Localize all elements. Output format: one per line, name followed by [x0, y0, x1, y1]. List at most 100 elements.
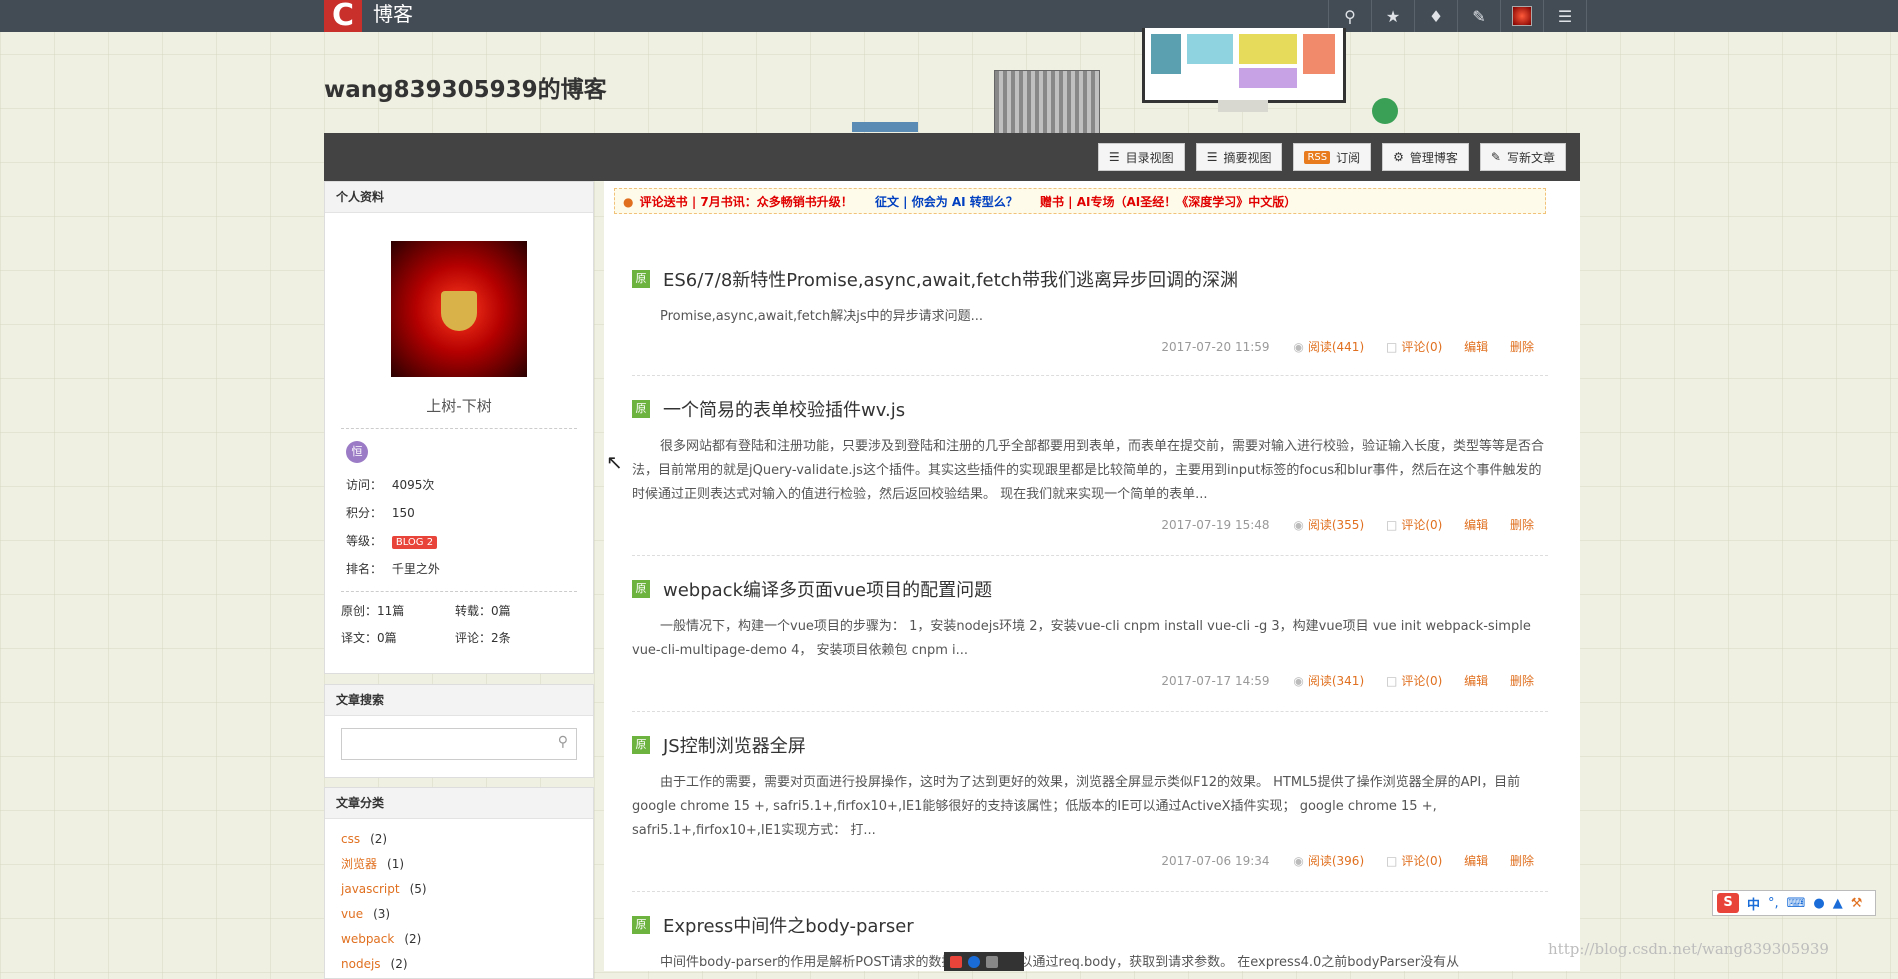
notice-link[interactable]: 征文 | 你会为 AI 转型么？	[875, 195, 1018, 209]
wrench-icon[interactable]: ⚒	[1851, 896, 1863, 911]
plant-illustration	[1372, 98, 1398, 124]
edit-link[interactable]: 编辑	[1464, 518, 1488, 532]
summary-view-label: 摘要视图	[1223, 150, 1272, 165]
summary-view-button[interactable]: ☰ 摘要视图	[1195, 143, 1283, 171]
user-icon[interactable]: ●	[1813, 896, 1824, 911]
profile-avatar[interactable]	[391, 241, 527, 377]
star-icon[interactable]: ★	[1371, 0, 1414, 32]
monitor-stand	[1218, 100, 1268, 112]
eye-icon: ◉	[1293, 518, 1304, 532]
article-title[interactable]: JS控制浏览器全屏	[663, 732, 806, 758]
category-name[interactable]: 浏览器	[341, 857, 377, 871]
arrow-icon[interactable]	[986, 955, 998, 968]
edit-icon[interactable]: ✎	[1457, 0, 1500, 32]
category-count: (3)	[373, 907, 391, 921]
notice-link[interactable]: 赠书 | AI专场（AI圣经！《深度学习》中文版）	[1040, 195, 1296, 209]
category-item[interactable]: vue (3)	[341, 902, 593, 927]
article-date: 2017-07-17 14:59	[1161, 674, 1270, 688]
punctuation-icon[interactable]: °,	[1768, 896, 1779, 911]
catalog-view-button[interactable]: ☰ 目录视图	[1097, 143, 1185, 171]
gear-icon: ⚙	[1393, 150, 1404, 164]
read-count-link[interactable]: 阅读(396)	[1308, 854, 1364, 868]
count-translation: 译文：0篇	[341, 629, 455, 646]
csdn-logo[interactable]: C	[324, 0, 362, 32]
notice-link[interactable]: 评论送书 | 7月书讯：众多畅销书升级！	[640, 195, 853, 209]
category-item[interactable]: webpack (2)	[341, 927, 593, 952]
delete-link[interactable]: 删除	[1510, 674, 1534, 688]
read-count-link[interactable]: 阅读(355)	[1308, 518, 1364, 532]
category-panel: 文章分类 css (2) 浏览器 (1) javascript (5) vue (3) …	[324, 787, 594, 979]
article-title[interactable]: Express中间件之body-parser	[663, 912, 914, 938]
category-name[interactable]: vue	[341, 907, 363, 921]
search-icon[interactable]: ⚲	[558, 734, 568, 750]
category-name[interactable]: javascript	[341, 882, 400, 896]
article-item: 原 Express中间件之body-parser 中间件body-parser的…	[632, 911, 1548, 971]
article-title[interactable]: ES6/7/8新特性Promise,async,await,fetch带我们逃离…	[663, 266, 1238, 292]
original-badge: 原	[632, 916, 650, 934]
edit-link[interactable]: 编辑	[1464, 674, 1488, 688]
comment-count-link[interactable]: 评论(0)	[1401, 340, 1442, 354]
comment-count-link[interactable]: 评论(0)	[1401, 854, 1442, 868]
lightbulb-icon: ●	[623, 195, 634, 209]
original-badge: 原	[632, 580, 650, 598]
delete-link[interactable]: 删除	[1510, 518, 1534, 532]
ime-mode[interactable]: 中	[1747, 894, 1760, 913]
read-count-link[interactable]: 阅读(341)	[1308, 674, 1364, 688]
category-name[interactable]: css	[341, 832, 360, 846]
menu-icon[interactable]: ☰	[1543, 0, 1587, 32]
catalog-view-label: 目录视图	[1125, 150, 1174, 165]
original-badge: 原	[632, 400, 650, 418]
article-title[interactable]: webpack编译多页面vue项目的配置问题	[663, 576, 992, 602]
category-item[interactable]: nodejs (2)	[341, 952, 593, 977]
comment-count-link[interactable]: 评论(0)	[1401, 518, 1442, 532]
write-icon: ✎	[1490, 150, 1501, 164]
comment-icon: □	[1385, 518, 1398, 532]
article-list: ● 评论送书 | 7月书讯：众多畅销书升级！ 征文 | 你会为 AI 转型么？ …	[604, 181, 1580, 971]
article-title[interactable]: 一个简易的表单校验插件wv.js	[663, 396, 905, 422]
medal-icon[interactable]: 恒	[346, 441, 368, 463]
delete-link[interactable]: 删除	[1510, 340, 1534, 354]
sogou-logo-icon[interactable]: S	[1717, 893, 1739, 913]
category-item[interactable]: css (2)	[341, 827, 593, 852]
category-name[interactable]: nodejs	[341, 957, 381, 971]
profile-panel: 个人资料 上树-下树 恒 访问： 4095次 积分： 150 等级： BLOG …	[324, 181, 594, 674]
write-article-button[interactable]: ✎ 写新文章	[1479, 143, 1566, 171]
article-date: 2017-07-19 15:48	[1161, 518, 1270, 532]
category-item[interactable]: 浏览器 (1)	[341, 852, 593, 877]
sogou-task-icon[interactable]	[950, 955, 962, 968]
bell-icon[interactable]: ♦	[1414, 0, 1457, 32]
ime-toolbar[interactable]: S 中 °, ⌨ ● ▲ ⚒	[1712, 890, 1876, 916]
rss-icon: RSS	[1304, 150, 1331, 164]
profile-name[interactable]: 上树-下树	[325, 395, 593, 416]
count-value: 0篇	[377, 631, 397, 645]
delete-link[interactable]: 删除	[1510, 854, 1534, 868]
count-value: 11篇	[377, 604, 405, 618]
brand-label[interactable]: 博客	[373, 0, 413, 28]
article-search-input[interactable]	[346, 730, 550, 758]
subscribe-button[interactable]: RSS 订阅	[1293, 143, 1372, 171]
read-count-link[interactable]: 阅读(441)	[1308, 340, 1364, 354]
count-label: 评论：	[455, 631, 492, 645]
category-name[interactable]: webpack	[341, 932, 394, 946]
category-item[interactable]: javascript (5)	[341, 877, 593, 902]
watermark: http://blog.csdn.net/wang839305939	[1548, 940, 1829, 958]
help-icon[interactable]	[968, 955, 980, 968]
keyboard-icon[interactable]: ⌨	[1787, 896, 1806, 911]
stat-label: 访问：	[346, 478, 383, 492]
stat-level: 等级： BLOG 2	[346, 527, 593, 555]
original-badge: 原	[632, 270, 650, 288]
article-counts: 原创：11篇 转载：0篇 译文：0篇 评论：2条	[341, 602, 593, 646]
divider	[341, 591, 577, 592]
skin-icon[interactable]: ▲	[1833, 896, 1843, 911]
manage-blog-button[interactable]: ⚙ 管理博客	[1382, 143, 1469, 171]
edit-link[interactable]: 编辑	[1464, 854, 1488, 868]
avatar[interactable]	[1500, 0, 1543, 32]
list-icon: ☰	[1108, 150, 1120, 164]
count-repost: 转载：0篇	[455, 602, 575, 619]
subscribe-label: 订阅	[1336, 150, 1361, 165]
article-title-row: 原 ES6/7/8新特性Promise,async,await,fetch带我们…	[632, 265, 1548, 293]
blog-title[interactable]: wang839305939的博客	[324, 70, 607, 104]
level-badge[interactable]: BLOG 2	[391, 536, 438, 549]
edit-link[interactable]: 编辑	[1464, 340, 1488, 354]
comment-count-link[interactable]: 评论(0)	[1401, 674, 1442, 688]
